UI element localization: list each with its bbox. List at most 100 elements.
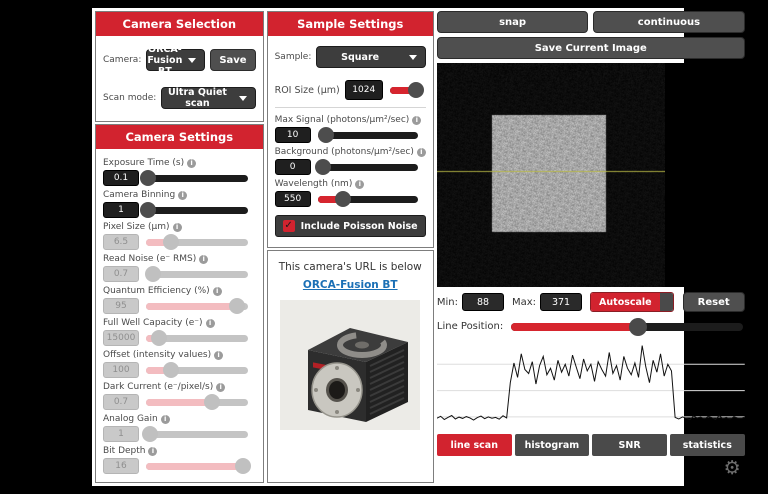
sample-select[interactable]: Square: [316, 46, 426, 68]
info-icon[interactable]: i: [199, 255, 208, 264]
info-icon[interactable]: i: [161, 415, 170, 424]
camera-binning-slider[interactable]: [146, 207, 248, 214]
slider-group-dark-current: Dark Current (e⁻/pixel/s)i: [103, 382, 256, 410]
full-well-capacity-slider: [146, 335, 248, 342]
camera-select-value: ORCA-Fusion BT: [147, 44, 182, 77]
wavelength-slider[interactable]: [318, 196, 418, 203]
tab-statistics[interactable]: statistics: [670, 434, 745, 456]
camera-select[interactable]: ORCA-Fusion BT: [146, 49, 205, 71]
dark-current-label: Dark Current (e⁻/pixel/s): [103, 382, 213, 392]
autoscale-toggle[interactable]: Autoscale: [590, 292, 674, 312]
bit-depth-slider: [146, 463, 248, 470]
slider-group-quantum-efficiency: Quantum Efficiency (%)i: [103, 286, 256, 314]
info-icon[interactable]: i: [178, 191, 187, 200]
info-icon[interactable]: i: [173, 223, 182, 232]
info-icon[interactable]: i: [206, 319, 215, 328]
min-input[interactable]: [462, 293, 504, 311]
info-icon[interactable]: i: [412, 116, 421, 125]
continuous-button[interactable]: continuous: [593, 11, 744, 33]
read-noise-slider: [146, 271, 248, 278]
slider-group-background: Background (photons/µm²/sec)i: [275, 147, 426, 175]
camera-url-text: This camera's URL is below: [268, 261, 433, 273]
checkbox-checked-icon[interactable]: ✓: [283, 220, 295, 232]
dark-current-slider: [146, 399, 248, 406]
info-icon[interactable]: i: [216, 383, 225, 392]
slider-group-bit-depth: Bit Depthi: [103, 446, 256, 474]
offset-slider: [146, 367, 248, 374]
autoscale-label: Autoscale: [591, 293, 660, 311]
chevron-down-icon: [409, 55, 417, 60]
info-icon[interactable]: i: [214, 351, 223, 360]
dark-current-input: [103, 394, 139, 410]
wavelength-input[interactable]: [275, 191, 311, 207]
settings-gear-icon[interactable]: ⚙: [724, 457, 741, 479]
chevron-down-icon: [188, 58, 196, 63]
offset-input: [103, 362, 139, 378]
analog-gain-slider: [146, 431, 248, 438]
tab-snr[interactable]: SNR: [592, 434, 667, 456]
line-position-label: Line Position:: [437, 321, 503, 332]
full-well-capacity-input: [103, 330, 139, 346]
simulated-image-viewport[interactable]: [437, 63, 745, 287]
save-camera-button[interactable]: Save: [210, 49, 255, 71]
bit-depth-label: Bit Depth: [103, 446, 145, 456]
min-label: Min:: [437, 297, 458, 308]
background-input[interactable]: [275, 159, 311, 175]
slider-group-read-noise: Read Noise (e⁻ RMS)i: [103, 254, 256, 282]
exposure-time-slider[interactable]: [146, 175, 248, 182]
camera-url-link[interactable]: ORCA-Fusion BT: [303, 279, 398, 291]
quantum-efficiency-input: [103, 298, 139, 314]
read-noise-input: [103, 266, 139, 282]
info-icon[interactable]: i: [417, 148, 426, 157]
full-well-capacity-label: Full Well Capacity (e⁻): [103, 318, 203, 328]
camera-binning-input[interactable]: [103, 202, 139, 218]
info-icon[interactable]: i: [213, 287, 222, 296]
wavelength-label: Wavelength (nm): [275, 179, 353, 189]
camera-label: Camera:: [103, 55, 141, 65]
save-current-image-button[interactable]: Save Current Image: [437, 37, 745, 59]
tab-histogram[interactable]: histogram: [515, 434, 590, 456]
pixel-size-input: [103, 234, 139, 250]
scan-mode-value: Ultra Quiet scan: [162, 87, 232, 109]
include-poisson-noise-toggle[interactable]: ✓ Include Poisson Noise: [275, 215, 426, 237]
max-input[interactable]: [540, 293, 582, 311]
analog-gain-label: Analog Gain: [103, 414, 158, 424]
max-signal-label: Max Signal (photons/µm²/sec): [275, 115, 410, 125]
camera-binning-label: Camera Binning: [103, 190, 175, 200]
autoscale-knob[interactable]: [660, 293, 673, 311]
slider-group-camera-binning: Camera Binningi: [103, 190, 256, 218]
info-icon[interactable]: i: [187, 159, 196, 168]
info-icon[interactable]: i: [148, 447, 157, 456]
max-signal-slider[interactable]: [318, 132, 418, 139]
sample-select-value: Square: [317, 52, 403, 63]
exposure-time-input[interactable]: [103, 170, 139, 186]
scan-mode-select[interactable]: Ultra Quiet scan: [161, 87, 255, 109]
exposure-time-label: Exposure Time (s): [103, 158, 184, 168]
slider-group-full-well-capacity: Full Well Capacity (e⁻)i: [103, 318, 256, 346]
max-signal-input[interactable]: [275, 127, 311, 143]
line-scan-chart: [437, 338, 745, 430]
camera-settings-header: Camera Settings: [96, 125, 263, 149]
tab-line-scan[interactable]: line scan: [437, 434, 512, 456]
quantum-efficiency-label: Quantum Efficiency (%): [103, 286, 210, 296]
background-slider[interactable]: [318, 164, 418, 171]
background-label: Background (photons/µm²/sec): [275, 147, 414, 157]
sample-settings-panel: Sample Settings Sample: Square ROI Size …: [267, 11, 434, 248]
slider-group-max-signal: Max Signal (photons/µm²/sec)i: [275, 115, 426, 143]
noise-image-canvas[interactable]: [437, 63, 665, 287]
roi-size-input[interactable]: [345, 80, 383, 100]
quantum-efficiency-slider: [146, 303, 248, 310]
read-noise-label: Read Noise (e⁻ RMS): [103, 254, 196, 264]
slider-group-offset: Offset (intensity values)i: [103, 350, 256, 378]
max-label: Max:: [512, 297, 536, 308]
camera-selection-header: Camera Selection: [96, 12, 263, 36]
sample-settings-header: Sample Settings: [268, 12, 433, 36]
info-icon[interactable]: i: [355, 180, 364, 189]
reset-button[interactable]: Reset: [683, 292, 745, 312]
camera-info-panel: This camera's URL is below ORCA-Fusion B…: [267, 250, 434, 483]
snap-button[interactable]: snap: [437, 11, 588, 33]
roi-size-label: ROI Size (µm): [275, 85, 340, 96]
line-position-slider[interactable]: [511, 323, 742, 331]
roi-size-slider[interactable]: [390, 87, 418, 94]
slider-group-wavelength: Wavelength (nm)i: [275, 179, 426, 207]
